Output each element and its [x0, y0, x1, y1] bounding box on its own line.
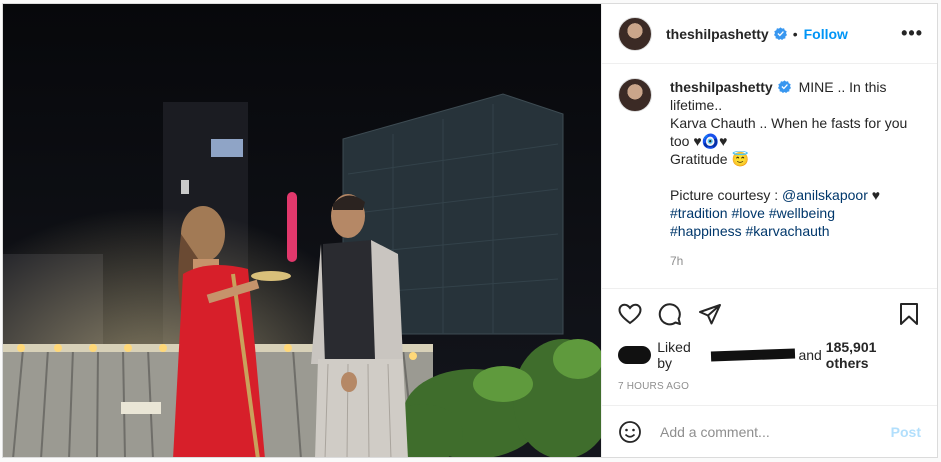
emoji-picker-icon[interactable] — [618, 420, 642, 444]
add-comment-input[interactable] — [658, 422, 891, 441]
liker-name-redacted[interactable] — [711, 348, 796, 362]
hashtag-link[interactable]: #love — [731, 205, 764, 221]
header-separator: • — [792, 25, 798, 42]
likes-summary: Liked by and 185,901 others — [618, 339, 921, 371]
caption-author-avatar[interactable] — [618, 78, 652, 112]
hashtag-link[interactable]: #tradition — [670, 205, 728, 221]
verified-badge-icon — [773, 27, 787, 40]
caption-emoji-hearts: ♥🧿♥ — [693, 133, 728, 149]
post-photo[interactable] — [3, 4, 601, 457]
share-direct-icon[interactable] — [698, 302, 722, 326]
caption-credit-prefix: Picture courtesy : — [670, 187, 779, 203]
liker-avatar-redacted[interactable] — [618, 346, 652, 364]
follow-button[interactable]: Follow — [804, 26, 848, 42]
author-avatar[interactable] — [618, 16, 652, 51]
instagram-post: theshilpashetty • Follow ••• theshilpash… — [2, 3, 938, 458]
caption-line-2: lifetime.. — [670, 97, 723, 113]
post-comment-button[interactable]: Post — [891, 424, 921, 440]
post-timestamp[interactable]: 7 HOURS AGO — [618, 381, 921, 392]
mention-link[interactable]: @anilskapoor — [782, 187, 868, 203]
couple-photo-illustration — [3, 4, 601, 457]
hashtag-link[interactable]: #karvachauth — [746, 223, 830, 239]
hashtag-link[interactable]: #wellbeing — [769, 205, 835, 221]
more-options-icon[interactable]: ••• — [901, 23, 923, 44]
caption-line-5: Gratitude — [670, 151, 728, 167]
comment-bubble-icon[interactable] — [658, 302, 682, 326]
action-bar: Liked by and 185,901 others 7 HOURS AGO — [602, 288, 937, 405]
caption-emoji-smile: 😇 — [731, 151, 749, 167]
likes-middle: and — [798, 347, 822, 363]
caption-area: theshilpashetty MINE .. In this lifetime… — [602, 64, 937, 288]
caption-line-1: MINE .. In this — [798, 79, 887, 95]
post-header: theshilpashetty • Follow ••• — [602, 4, 937, 64]
likes-count-link[interactable]: 185,901 others — [826, 339, 921, 371]
caption-verified-badge-icon — [777, 80, 791, 93]
caption-time-ago[interactable]: 7h — [670, 252, 907, 270]
caption-text: theshilpashetty MINE .. In this lifetime… — [670, 78, 907, 288]
hashtag-link[interactable]: #happiness — [670, 223, 742, 239]
author-username[interactable]: theshilpashetty — [666, 26, 769, 42]
caption-credit-heart: ♥ — [871, 187, 881, 203]
caption-line-3: Karva Chauth .. When he fasts for you — [670, 115, 908, 131]
caption-line-4: too — [670, 133, 690, 149]
save-bookmark-icon[interactable] — [897, 302, 921, 326]
post-sidebar: theshilpashetty • Follow ••• theshilpash… — [601, 4, 937, 457]
like-heart-icon[interactable] — [618, 302, 642, 326]
likes-prefix: Liked by — [657, 339, 691, 371]
comment-box: Post — [602, 405, 937, 457]
caption-username[interactable]: theshilpashetty — [670, 79, 773, 95]
